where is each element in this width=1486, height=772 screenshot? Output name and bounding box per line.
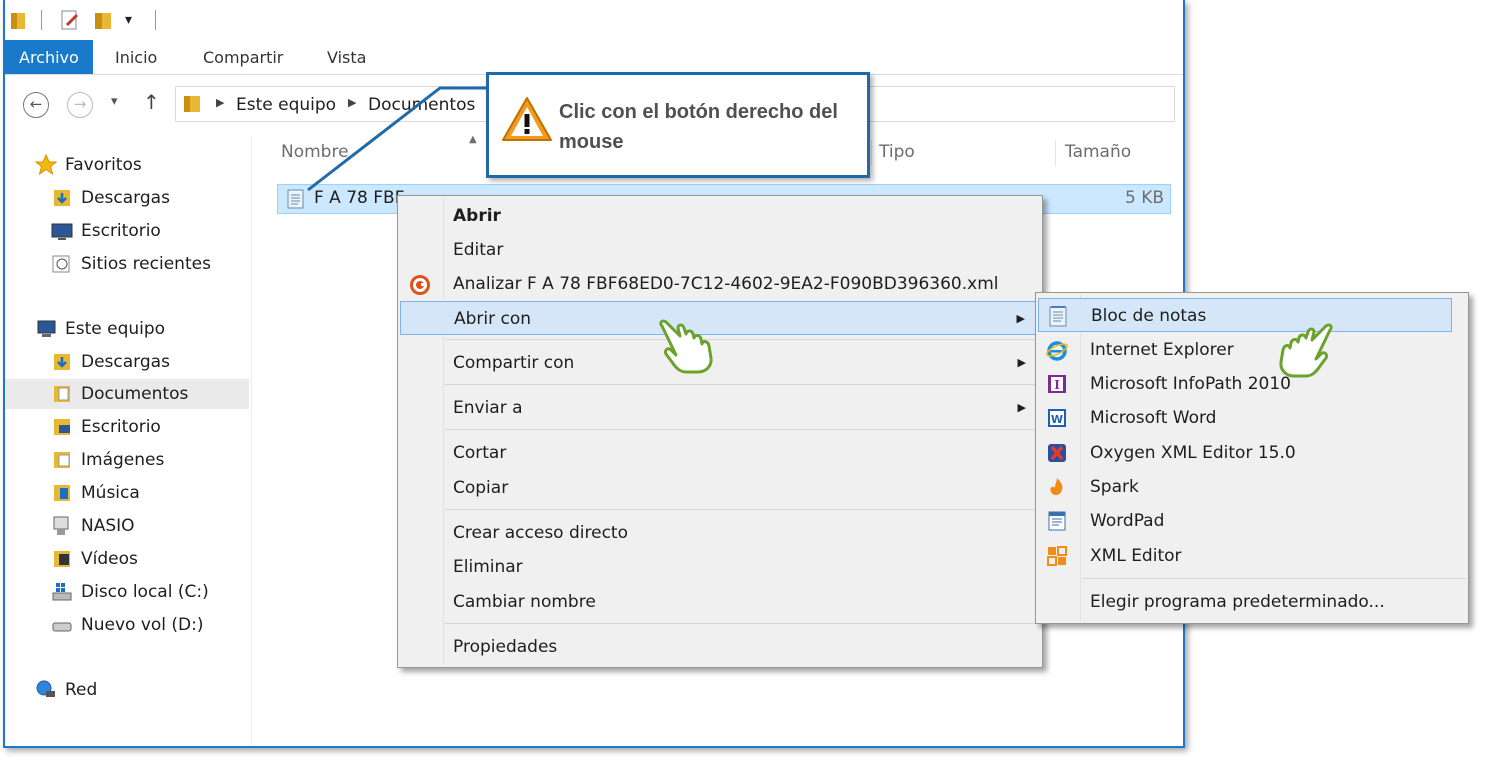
menu-item-analizar[interactable]: Analizar F A 78 FBF68ED0-7C12-4602-9EA2-…	[400, 267, 1040, 301]
nav-documentos[interactable]: Documentos	[5, 379, 249, 409]
nav-escritorio[interactable]: Escritorio	[51, 412, 245, 442]
network-icon	[36, 680, 55, 697]
folder-icon	[184, 96, 200, 112]
desktop-icon	[51, 223, 73, 240]
column-header-tamano[interactable]: Tamaño	[1065, 142, 1131, 162]
submenu-arrow-icon: ▶	[1017, 356, 1026, 369]
nav-red[interactable]: Red	[35, 675, 245, 705]
quick-access-toolbar: ▾	[5, 0, 1183, 40]
properties-icon[interactable]	[59, 9, 81, 33]
nav-disco-local-c[interactable]: Disco local (C:)	[51, 577, 245, 607]
desktop-folder-icon	[54, 419, 70, 435]
infopath-icon: I	[1048, 375, 1066, 393]
submenu-arrow-icon: ▶	[1017, 401, 1026, 414]
menu-item-cambiar-nombre[interactable]: Cambiar nombre	[400, 585, 1040, 619]
videos-folder-icon	[54, 551, 70, 567]
music-folder-icon	[54, 485, 70, 501]
app-oxygen-xml-editor[interactable]: Oxygen XML Editor 15.0	[1038, 436, 1452, 470]
menu-item-compartir-con[interactable]: Compartir con ▶	[400, 346, 1040, 380]
breadcrumb-separator-icon: ▶	[216, 96, 225, 109]
star-icon	[35, 154, 57, 176]
menu-item-abrir[interactable]: Abrir	[400, 199, 1040, 233]
context-menu: Abrir Editar Analizar F A 78 FBF68ED0-7C…	[397, 195, 1043, 668]
menu-item-crear-acceso-directo[interactable]: Crear acceso directo	[400, 516, 1040, 550]
documents-folder-icon	[54, 386, 70, 402]
spark-icon	[1050, 478, 1063, 495]
tab-archivo[interactable]: Archivo	[5, 40, 93, 74]
menu-item-cortar[interactable]: Cortar	[400, 436, 1040, 470]
menu-item-propiedades[interactable]: Propiedades	[400, 630, 1040, 664]
navigation-pane: Favoritos Descargas Escritorio Sitios re…	[5, 134, 252, 746]
recent-places-icon	[52, 255, 70, 273]
customize-qat-icon[interactable]: ▾	[125, 12, 132, 28]
notepad-icon	[1049, 306, 1067, 327]
antivirus-icon	[410, 275, 430, 295]
up-arrow-icon[interactable]: ↑	[143, 90, 160, 114]
choose-default-program[interactable]: Elegir programa predeterminado...	[1038, 585, 1452, 619]
app-microsoft-word[interactable]: W Microsoft Word	[1038, 401, 1452, 435]
callout-text: Clic con el botón derecho del mouse	[559, 101, 838, 153]
computer-icon	[37, 320, 56, 337]
callout-pointer-line	[307, 86, 490, 192]
downloads-folder-icon	[54, 354, 70, 370]
pictures-folder-icon	[54, 452, 70, 468]
menu-item-enviar-a[interactable]: Enviar a ▶	[400, 391, 1040, 425]
hand-pointer-icon	[1279, 323, 1333, 378]
drive-icon	[52, 622, 72, 632]
back-button[interactable]: ←	[23, 92, 49, 118]
svg-text:I: I	[1054, 378, 1060, 392]
menu-item-eliminar[interactable]: Eliminar	[400, 550, 1040, 584]
menu-item-copiar[interactable]: Copiar	[400, 471, 1040, 505]
wordpad-icon	[1048, 511, 1066, 531]
tab-inicio[interactable]: Inicio	[115, 40, 157, 74]
nav-nuevo-vol-d[interactable]: Nuevo vol (D:)	[51, 610, 245, 640]
nav-fav-escritorio[interactable]: Escritorio	[51, 216, 245, 246]
app-internet-explorer[interactable]: Internet Explorer	[1038, 333, 1452, 367]
tab-compartir[interactable]: Compartir	[203, 40, 283, 74]
new-folder-icon[interactable]	[93, 9, 115, 33]
column-header-tipo[interactable]: Tipo	[879, 142, 915, 162]
network-drive-icon	[53, 516, 69, 535]
downloads-folder-icon	[54, 190, 70, 206]
word-icon: W	[1048, 409, 1066, 427]
folder-icon[interactable]	[9, 9, 29, 31]
app-spark[interactable]: Spark	[1038, 470, 1452, 504]
nav-musica[interactable]: Música	[51, 478, 245, 508]
nav-fav-descargas[interactable]: Descargas	[51, 183, 245, 213]
menu-item-editar[interactable]: Editar	[400, 233, 1040, 267]
nav-imagenes[interactable]: Imágenes	[51, 445, 245, 475]
tab-vista[interactable]: Vista	[327, 40, 366, 74]
nav-fav-sitios-recientes[interactable]: Sitios recientes	[51, 249, 245, 279]
ie-icon	[1046, 341, 1068, 361]
app-infopath[interactable]: I Microsoft InfoPath 2010	[1038, 367, 1452, 401]
ribbon-tabs: Archivo Inicio Compartir Vista	[5, 40, 1183, 75]
svg-text:W: W	[1051, 413, 1063, 426]
hand-pointer-icon	[659, 319, 713, 374]
nav-nasio[interactable]: NASIO	[51, 511, 245, 541]
app-bloc-de-notas[interactable]: Bloc de notas	[1038, 298, 1452, 332]
recent-locations-icon[interactable]: ▾	[111, 94, 118, 109]
warning-icon	[502, 97, 552, 141]
file-size: 5 KB	[1124, 188, 1164, 208]
callout-box: Clic con el botón derecho del mouse	[486, 72, 870, 178]
submenu-arrow-icon: ▶	[1016, 312, 1025, 325]
oxygen-icon	[1048, 444, 1066, 462]
nav-este-equipo[interactable]: Este equipo	[35, 314, 245, 344]
nav-videos[interactable]: Vídeos	[51, 544, 245, 574]
open-with-submenu: Bloc de notas Internet Explorer I Micros…	[1035, 292, 1469, 624]
local-disk-icon	[52, 583, 72, 601]
nav-favoritos[interactable]: Favoritos	[35, 150, 245, 180]
xml-editor-icon	[1047, 546, 1067, 566]
menu-item-abrir-con[interactable]: Abrir con ▶	[400, 301, 1040, 335]
forward-button[interactable]: →	[67, 92, 93, 118]
app-wordpad[interactable]: WordPad	[1038, 504, 1452, 538]
nav-descargas[interactable]: Descargas	[51, 347, 245, 377]
app-xml-editor[interactable]: XML Editor	[1038, 539, 1452, 573]
